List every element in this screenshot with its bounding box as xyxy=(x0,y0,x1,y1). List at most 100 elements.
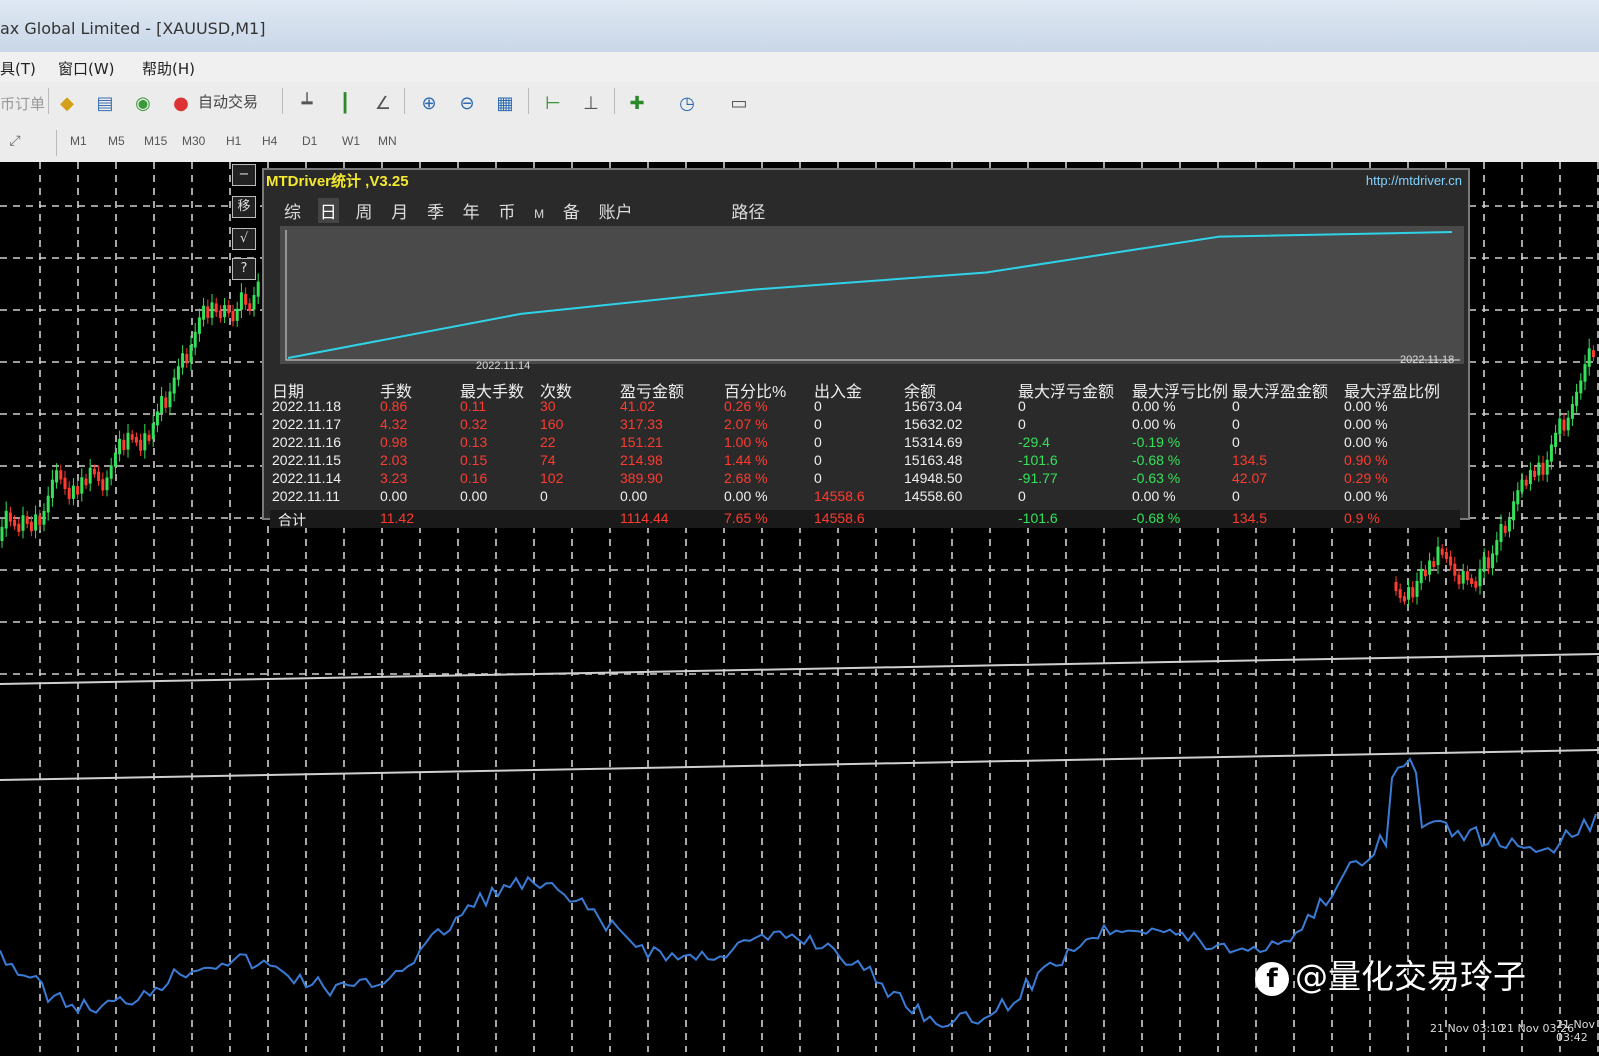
navigator-icon[interactable]: ▤ xyxy=(94,93,116,115)
candle-body xyxy=(42,511,46,525)
total-lots: 11.42 xyxy=(380,510,414,526)
timeframe-w1[interactable]: W1 xyxy=(342,134,360,148)
candle-body xyxy=(46,495,50,513)
candle-body xyxy=(1482,556,1486,572)
indicators-icon[interactable]: ✚ xyxy=(626,93,648,115)
tab-year[interactable]: 年 xyxy=(461,198,482,223)
cell-count: 0 xyxy=(540,488,548,504)
candle-body xyxy=(1419,568,1423,584)
tab-magic[interactable]: M xyxy=(532,207,546,221)
candle-body xyxy=(134,436,138,443)
move-button[interactable]: 移 xyxy=(232,196,256,218)
candle-body xyxy=(1570,404,1574,419)
candle-body xyxy=(1507,519,1511,532)
candle-body xyxy=(239,292,243,310)
candle-body xyxy=(21,515,25,531)
bar-chart-icon[interactable]: ┷ xyxy=(296,93,318,115)
cell-percent: 0.00 % xyxy=(724,488,768,504)
timeframe-m30[interactable]: M30 xyxy=(182,134,205,148)
candle-body xyxy=(63,477,67,490)
candle-body xyxy=(1499,524,1503,543)
tab-month[interactable]: 月 xyxy=(389,198,410,223)
timeframe-d1[interactable]: D1 xyxy=(302,134,317,148)
candle-body xyxy=(223,305,227,318)
main-toolbar: 币订单 ◆ ▤ ◉ ● 自动交易 ┷ ┃ ∠ ⊕ ⊖ ▦ ⊢ ⊥ ✚ ◷ ▭ xyxy=(0,82,1599,127)
help-button[interactable]: ? xyxy=(232,258,256,280)
candle-body xyxy=(189,344,193,363)
panel-url-link[interactable]: http://mtdriver.cn xyxy=(1366,173,1462,188)
periods-clock-icon[interactable]: ◷ xyxy=(676,93,698,115)
tab-note[interactable]: 备 xyxy=(561,198,582,223)
cell-percent: 2.07 % xyxy=(724,416,768,432)
auto-trade-icon[interactable]: ● xyxy=(170,93,192,115)
candle-body xyxy=(1402,596,1406,602)
auto-scroll-icon[interactable]: ⊥ xyxy=(580,93,602,115)
tile-windows-icon[interactable]: ▦ xyxy=(494,93,516,115)
zoom-in-icon[interactable]: ⊕ xyxy=(418,93,440,115)
candlestick-icon[interactable]: ┃ xyxy=(334,93,356,115)
menu-help[interactable]: 帮助(H) xyxy=(142,58,195,79)
chart-shift-icon[interactable]: ⊢ xyxy=(542,93,564,115)
timeframe-h4[interactable]: H4 xyxy=(262,134,277,148)
candle-body xyxy=(1520,479,1524,492)
tab-summary[interactable]: 综 xyxy=(282,198,303,223)
candle-body xyxy=(160,396,164,414)
candle-body xyxy=(1474,581,1478,588)
header-max-float-profit[interactable]: 最大浮盈金额 xyxy=(1232,378,1328,402)
candle-body xyxy=(50,479,54,499)
tab-week[interactable]: 周 xyxy=(353,198,374,223)
tab-currency[interactable]: 币 xyxy=(496,198,517,223)
equity-curve-canvas xyxy=(285,230,1460,361)
candle-body xyxy=(67,487,71,500)
candle-body xyxy=(193,331,197,348)
timeframe-h1[interactable]: H1 xyxy=(226,134,241,148)
signals-icon[interactable]: ◉ xyxy=(132,93,154,115)
menu-window[interactable]: 窗口(W) xyxy=(58,58,115,79)
metaeditor-icon[interactable]: ◆ xyxy=(56,93,78,115)
tab-path[interactable]: 路径 xyxy=(729,198,767,223)
cell-percent: 0.26 % xyxy=(724,398,768,414)
minimize-button[interactable]: − xyxy=(232,164,256,186)
candle-body xyxy=(97,471,101,481)
auto-trade-button[interactable]: 自动交易 xyxy=(198,91,258,112)
menu-tools[interactable]: 具(T) xyxy=(0,58,36,79)
cell-deposit: 0 xyxy=(814,416,822,432)
tab-account[interactable]: 账户 xyxy=(597,198,635,223)
time-label: 21 Nov 03:10 xyxy=(1430,1022,1505,1035)
candle-body xyxy=(1562,419,1566,431)
tab-quarter[interactable]: 季 xyxy=(425,198,446,223)
window-titlebar: ax Global Limited - [XAUUSD,M1] xyxy=(0,0,1599,52)
menu-bar: 具(T) 窗口(W) 帮助(H) xyxy=(0,52,1599,82)
candle-body xyxy=(256,281,260,297)
timeframe-m5[interactable]: M5 xyxy=(108,134,125,148)
candle-body xyxy=(1528,470,1532,484)
time-label: 21 Nov 03:42 xyxy=(1556,1018,1595,1044)
candle-body xyxy=(38,515,42,526)
candle-body xyxy=(1566,417,1570,431)
candle-body xyxy=(1457,574,1461,585)
templates-icon[interactable]: ▭ xyxy=(728,93,750,115)
timeframe-m15[interactable]: M15 xyxy=(144,134,167,148)
cell-lots: 0.98 xyxy=(380,434,408,450)
candle-body xyxy=(1465,571,1469,581)
cell-pnl: 317.33 xyxy=(620,416,663,432)
candle-body xyxy=(1587,348,1591,367)
cell-max-float-loss: -91.77 xyxy=(1018,470,1058,486)
candle-body xyxy=(1478,568,1482,587)
candle-body xyxy=(164,397,168,408)
zoom-out-icon[interactable]: ⊖ xyxy=(456,93,478,115)
line-chart-icon[interactable]: ∠ xyxy=(372,93,394,115)
timeframe-m1[interactable]: M1 xyxy=(70,134,87,148)
confirm-button[interactable]: √ xyxy=(232,228,256,250)
cell-pnl: 41.02 xyxy=(620,398,656,414)
new-order-button[interactable]: 币订单 xyxy=(0,93,45,114)
header-max-float-loss[interactable]: 最大浮亏金额 xyxy=(1018,378,1114,402)
line-tools-icon[interactable]: ⤢ xyxy=(4,130,26,152)
cell-date: 2022.11.17 xyxy=(272,416,342,432)
timeframe-mn[interactable]: MN xyxy=(378,134,397,148)
candle-body xyxy=(1495,540,1499,556)
tab-day[interactable]: 日 xyxy=(317,198,339,223)
timeframe-toolbar: ⤢ M1 M5 M15 M30 H1 H4 D1 W1 MN xyxy=(0,126,1599,163)
candle-body xyxy=(1428,560,1432,575)
candle-body xyxy=(172,377,176,394)
